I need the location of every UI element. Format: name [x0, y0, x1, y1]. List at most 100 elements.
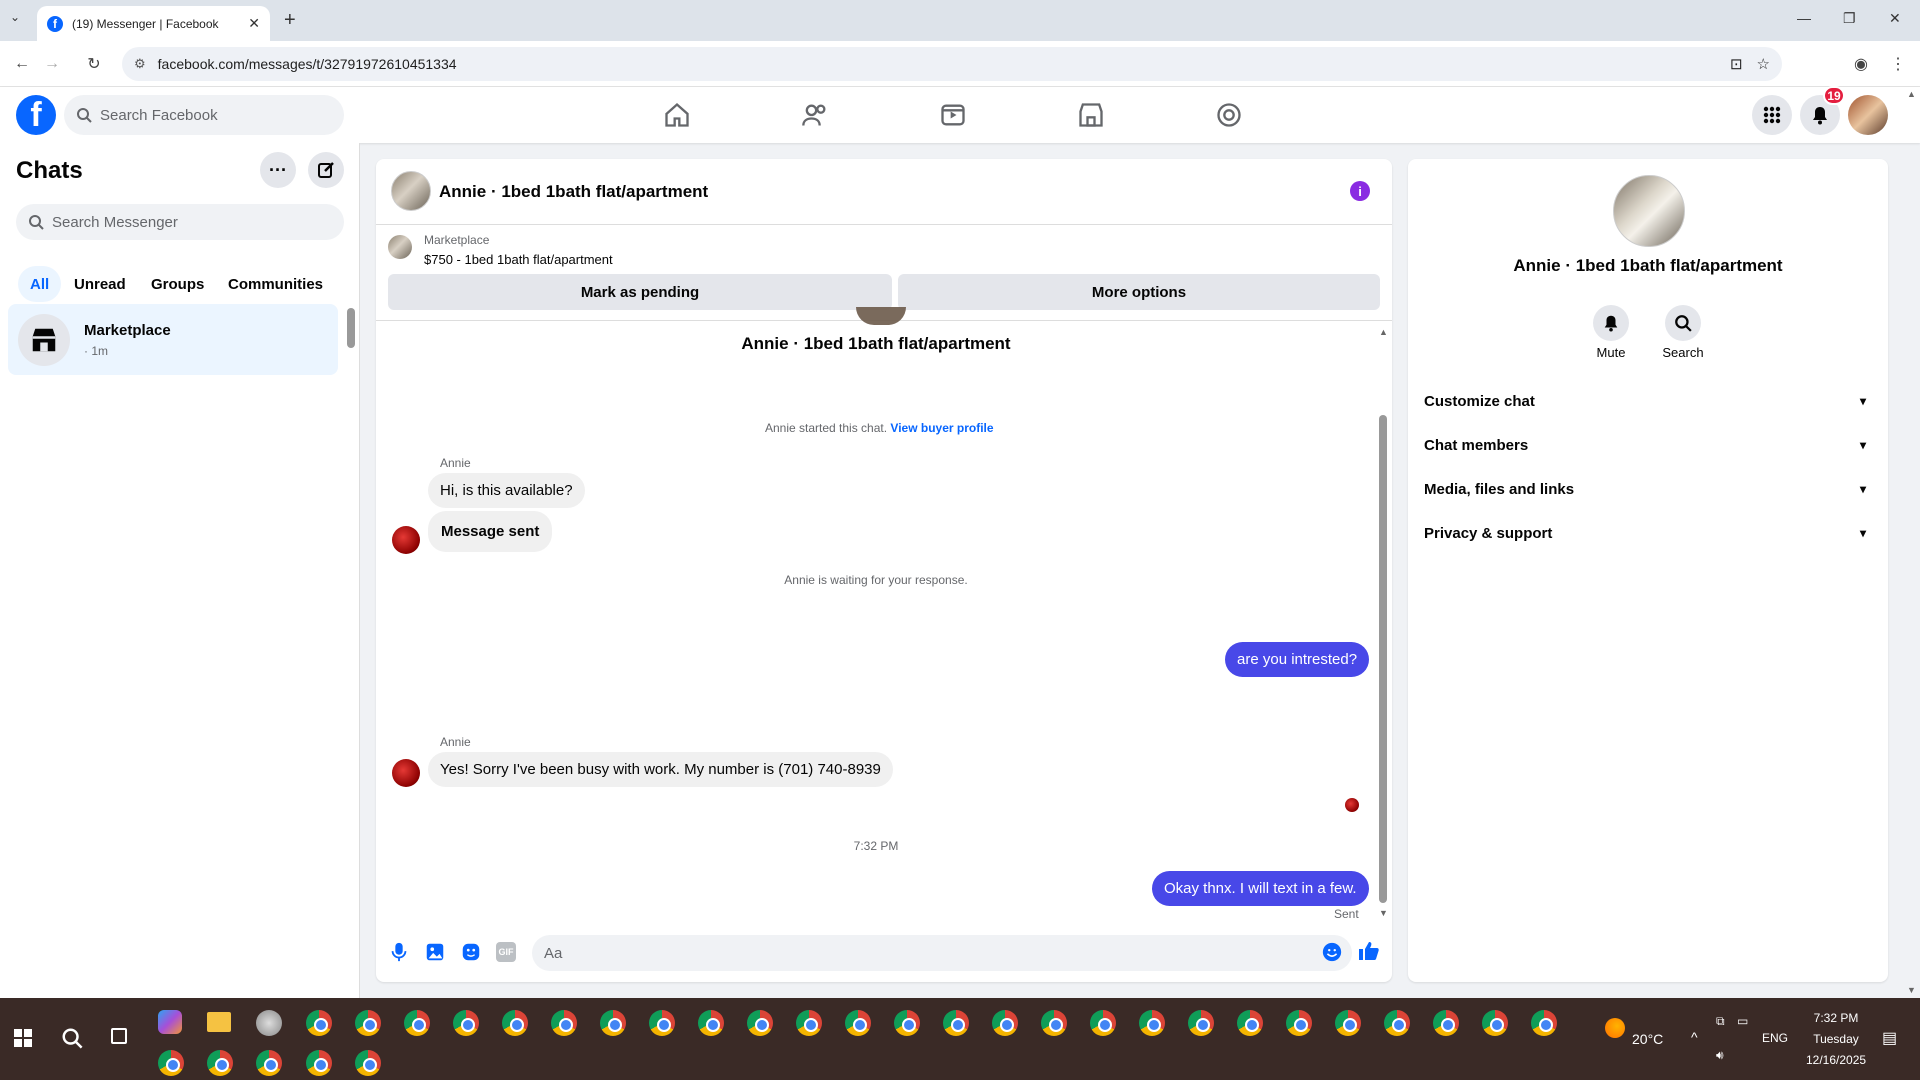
language-indicator[interactable]: ENG [1762, 1031, 1788, 1045]
chrome-icon[interactable] [747, 1010, 773, 1036]
chrome-icon[interactable] [600, 1010, 626, 1036]
filter-unread[interactable]: Unread [62, 266, 138, 302]
more-options-button[interactable]: More options [898, 274, 1380, 310]
search-conversation-button[interactable] [1665, 305, 1701, 341]
volume-icon[interactable]: 🔊︎ [1716, 1048, 1724, 1063]
address-bar[interactable]: ⚙ facebook.com/messages/t/32791972610451… [122, 47, 1782, 81]
chrome-icon[interactable] [649, 1010, 675, 1036]
install-app-icon[interactable]: ⊡ [1730, 55, 1743, 73]
listing-title[interactable]: $750 - 1bed 1bath flat/apartment [424, 252, 613, 267]
page-scroll-down-icon[interactable]: ▼ [1907, 985, 1916, 995]
chrome-icon[interactable] [158, 1050, 184, 1076]
filter-communities[interactable]: Communities [216, 266, 335, 302]
chrome-icon[interactable] [796, 1010, 822, 1036]
mute-button[interactable] [1593, 305, 1629, 341]
incoming-message[interactable]: Yes! Sorry I've been busy with work. My … [428, 752, 893, 787]
site-info-icon[interactable]: ⚙ [134, 56, 146, 72]
privacy-support-section[interactable]: Privacy & support ▾ [1424, 511, 1872, 555]
network-icon[interactable]: ▭ [1737, 1014, 1748, 1028]
new-message-button[interactable] [308, 152, 344, 188]
outgoing-message[interactable]: are you intrested? [1225, 642, 1370, 677]
sender-avatar[interactable] [392, 759, 420, 787]
chrome-icon[interactable] [1139, 1010, 1165, 1036]
window-close-icon[interactable]: ✕ [1889, 10, 1901, 27]
customize-chat-section[interactable]: Customize chat ▾ [1424, 379, 1872, 423]
meet-now-icon[interactable]: ⧉ [1716, 1014, 1725, 1029]
windows-start-icon[interactable] [14, 1029, 32, 1047]
chat-members-section[interactable]: Chat members ▾ [1424, 423, 1872, 467]
filter-all[interactable]: All [18, 266, 62, 302]
contact-avatar[interactable] [391, 171, 431, 211]
back-arrow-icon[interactable]: ← [8, 50, 36, 78]
chrome-icon[interactable] [1482, 1010, 1508, 1036]
chrome-icon[interactable] [256, 1050, 282, 1076]
scroll-up-arrow-icon[interactable]: ▲ [1379, 327, 1388, 337]
mark-pending-button[interactable]: Mark as pending [388, 274, 892, 310]
chrome-icon[interactable] [1286, 1010, 1312, 1036]
taskbar-search-icon[interactable] [61, 1027, 83, 1049]
thumbs-up-icon[interactable] [1357, 939, 1381, 963]
view-buyer-profile-link[interactable]: View buyer profile [890, 421, 993, 435]
messenger-search-input[interactable]: Search Messenger [16, 204, 344, 240]
chrome-icon[interactable] [502, 1010, 528, 1036]
tray-chevron-up-icon[interactable]: ^ [1691, 1029, 1698, 1045]
weather-icon[interactable] [1605, 1018, 1625, 1038]
tab-close-icon[interactable]: ✕ [248, 15, 260, 32]
conversation-title[interactable]: Annie · 1bed 1bath flat/apartment [439, 182, 708, 202]
page-scroll-up-icon[interactable]: ▲ [1907, 89, 1916, 99]
clock-time[interactable]: 7:32 PM [1806, 1011, 1866, 1025]
facebook-logo[interactable]: f [16, 95, 56, 135]
photo-icon[interactable] [424, 941, 446, 963]
home-icon[interactable] [663, 101, 691, 129]
clock-day[interactable]: Tuesday [1806, 1032, 1866, 1046]
chrome-icon[interactable] [943, 1010, 969, 1036]
reload-icon[interactable]: ↻ [80, 50, 108, 78]
emoji-icon[interactable] [1321, 941, 1343, 963]
outgoing-message[interactable]: Okay thnx. I will text in a few. [1152, 871, 1369, 906]
chrome-icon[interactable] [1433, 1010, 1459, 1036]
gaming-icon[interactable] [1215, 101, 1243, 129]
chrome-icon[interactable] [1090, 1010, 1116, 1036]
chatlist-scrollbar[interactable] [347, 308, 355, 348]
chrome-icon[interactable] [306, 1050, 332, 1076]
gif-icon[interactable]: GIF [496, 942, 516, 962]
menu-grid-button[interactable] [1752, 95, 1792, 135]
video-icon[interactable] [939, 101, 967, 129]
copilot-icon[interactable] [158, 1010, 182, 1034]
filter-groups[interactable]: Groups [139, 266, 216, 302]
browser-menu-icon[interactable]: ⋮ [1884, 50, 1912, 78]
chrome-icon[interactable] [1531, 1010, 1557, 1036]
account-avatar[interactable] [1848, 95, 1888, 135]
chrome-icon[interactable] [207, 1050, 233, 1076]
chrome-icon[interactable] [1188, 1010, 1214, 1036]
notification-center-icon[interactable]: ▤ [1882, 1028, 1897, 1048]
sender-avatar[interactable] [392, 526, 420, 554]
chats-options-button[interactable]: ··· [260, 152, 296, 188]
chrome-icon[interactable] [355, 1050, 381, 1076]
chrome-icon[interactable] [1384, 1010, 1410, 1036]
chrome-icon[interactable] [698, 1010, 724, 1036]
incoming-message[interactable]: Message sent [428, 511, 553, 552]
media-files-links-section[interactable]: Media, files and links ▾ [1424, 467, 1872, 511]
minimize-icon[interactable]: — [1797, 10, 1811, 26]
chrome-icon[interactable] [1041, 1010, 1067, 1036]
chrome-icon[interactable] [355, 1010, 381, 1036]
sticker-icon[interactable] [460, 941, 482, 963]
bookmark-star-icon[interactable]: ☆ [1757, 55, 1770, 73]
chrome-icon[interactable] [1335, 1010, 1361, 1036]
thread-scrollbar[interactable] [1379, 415, 1387, 903]
friends-icon[interactable] [801, 101, 829, 129]
restore-icon[interactable]: ❐ [1843, 10, 1856, 27]
microphone-icon[interactable] [388, 941, 410, 963]
forward-arrow-icon[interactable]: → [38, 50, 66, 78]
chrome-icon[interactable] [551, 1010, 577, 1036]
chrome-icon[interactable] [894, 1010, 920, 1036]
file-explorer-icon[interactable] [207, 1012, 231, 1032]
new-tab-plus-icon[interactable]: + [284, 9, 296, 32]
task-view-icon[interactable] [111, 1028, 127, 1044]
chrome-icon[interactable] [306, 1010, 332, 1036]
chrome-icon[interactable] [845, 1010, 871, 1036]
app-icon[interactable] [256, 1010, 282, 1036]
marketplace-icon[interactable] [1077, 101, 1105, 129]
info-icon[interactable]: i [1350, 181, 1370, 201]
